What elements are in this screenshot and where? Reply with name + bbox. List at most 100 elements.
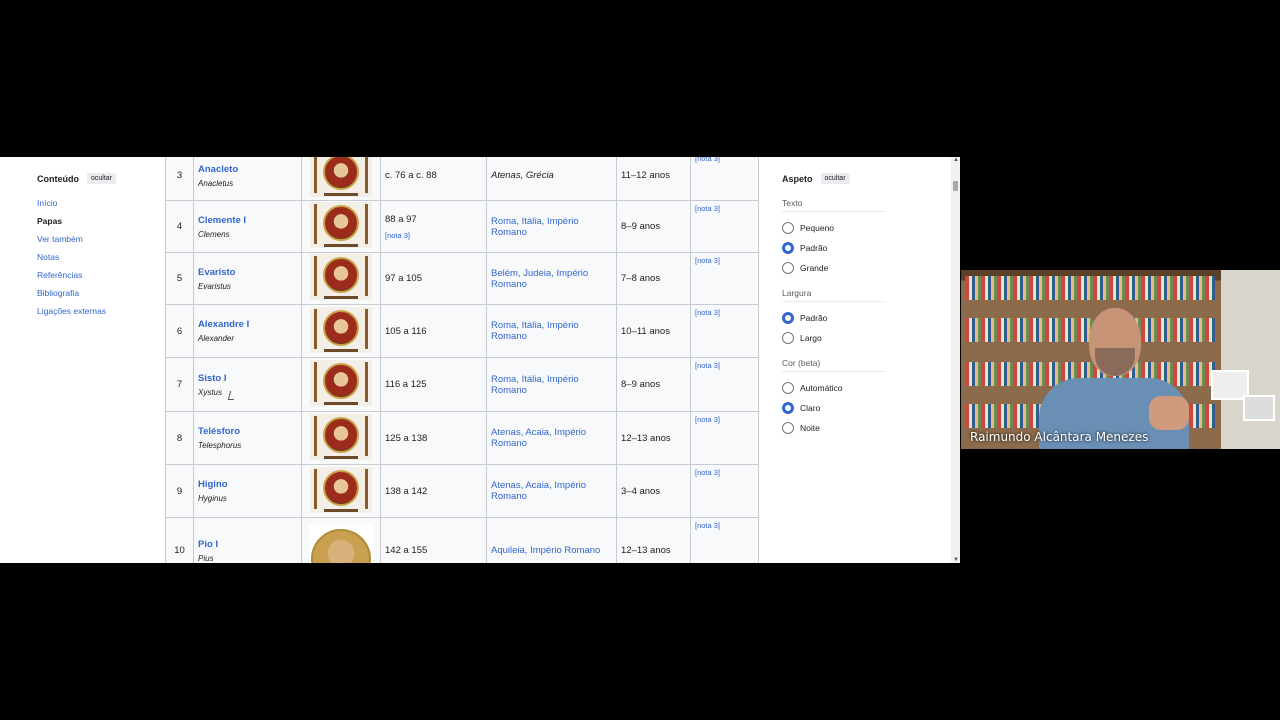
table-row: 5 Evaristo Evaristus 97 a 105 Belém, Jud…: [165, 252, 759, 305]
note-link[interactable]: [nota 3]: [695, 204, 720, 213]
note-link[interactable]: [nota 3]: [695, 157, 720, 163]
appearance-hide-button[interactable]: ocultar: [820, 173, 850, 184]
period-note-link[interactable]: [nota 3]: [385, 231, 482, 240]
pontificate-duration: 3–4 anos: [616, 464, 691, 518]
place-link[interactable]: Aquileia, Império Romano: [491, 545, 600, 556]
pope-latin-name: Telesphorus: [198, 441, 242, 450]
color-option-label: Noite: [800, 423, 820, 433]
pope-latin-name: Pius: [198, 553, 214, 563]
pope-name-link[interactable]: Sisto I: [198, 373, 297, 384]
note-link[interactable]: [nota 3]: [695, 361, 720, 370]
note-link[interactable]: [nota 3]: [695, 468, 720, 477]
pope-latin-name: Anacletus: [198, 178, 234, 188]
toc-item-ver-tambem[interactable]: Ver também: [37, 230, 147, 248]
scroll-down-icon[interactable]: ▼: [953, 557, 959, 563]
pontificate-duration: 11–12 anos: [616, 157, 691, 201]
toc-item-inicio[interactable]: Início: [37, 194, 147, 212]
pope-number: 10: [165, 517, 194, 563]
note-link[interactable]: [nota 3]: [695, 256, 720, 265]
table-row: 9 Higino Hyginus 138 a 142 Atenas, Acaia…: [165, 464, 759, 518]
pontificate-duration: 12–13 anos: [616, 411, 691, 465]
pontificate-duration: 12–13 anos: [616, 517, 691, 563]
color-option-label: Claro: [800, 403, 821, 413]
pope-name-link[interactable]: Clemente I: [198, 215, 297, 226]
pope-portrait[interactable]: [310, 157, 372, 197]
shared-screen: Conteúdo ocultar Início Papas Ver também…: [0, 157, 960, 563]
pope-name-link[interactable]: Pio I: [198, 539, 297, 550]
place-link[interactable]: Atenas, Acaia, Império Romano: [491, 427, 586, 449]
pope-portrait[interactable]: [310, 254, 372, 300]
width-label: Largura: [782, 288, 886, 302]
speaker-video: [1039, 308, 1189, 449]
width-option-label: Largo: [800, 333, 822, 343]
color-option[interactable]: Noite: [782, 418, 892, 438]
place-link[interactable]: Atenas, Acaia, Império Romano: [491, 480, 586, 502]
toc-title: Conteúdo: [37, 173, 79, 184]
toc-item-papas[interactable]: Papas: [37, 212, 147, 230]
radio-button[interactable]: [782, 262, 794, 274]
text-size-label: Texto: [782, 198, 886, 212]
pope-name-link[interactable]: Alexandre I: [198, 319, 297, 330]
pope-portrait[interactable]: [310, 306, 372, 353]
place-link[interactable]: Roma, Itália, Império Romano: [491, 374, 579, 396]
text-size-option[interactable]: Grande: [782, 258, 892, 278]
pope-number: 9: [165, 464, 194, 518]
pope-latin-name: Xystus: [198, 387, 223, 397]
pontificate-period: 138 a 142: [385, 485, 428, 497]
webcam-tile: Raimundo Alcântara Menezes: [961, 270, 1280, 449]
place-link[interactable]: Belém, Judeia, Império Romano: [491, 268, 588, 290]
pope-portrait[interactable]: [310, 413, 372, 460]
pope-portrait[interactable]: [310, 466, 372, 513]
text-size-option[interactable]: Pequeno: [782, 218, 892, 238]
toc-item-referencias[interactable]: Referências: [37, 266, 147, 284]
radio-button[interactable]: [782, 382, 794, 394]
width-option[interactable]: Largo: [782, 328, 892, 348]
radio-button[interactable]: [782, 422, 794, 434]
text-size-option[interactable]: Padrão: [782, 238, 892, 258]
pope-name-link[interactable]: Evaristo: [198, 267, 297, 278]
radio-button[interactable]: [782, 242, 794, 254]
pontificate-period: 97 a 105: [385, 273, 422, 284]
table-row: 10 Pio I Pius 142 a 155 Aquileia, Impéri…: [165, 517, 759, 563]
pope-portrait[interactable]: [309, 525, 373, 563]
pope-name-link[interactable]: Higino: [198, 479, 297, 490]
table-row: 8 Telésforo Telesphorus 125 a 138 Atenas…: [165, 411, 759, 465]
color-option[interactable]: Claro: [782, 398, 892, 418]
table-row: 7 Sisto I Xystus 116 a 125 Roma, Itália,…: [165, 357, 759, 412]
note-link[interactable]: [nota 3]: [695, 521, 720, 530]
toc-hide-button[interactable]: ocultar: [87, 173, 117, 184]
toc-item-ligacoes-externas[interactable]: Ligações externas: [37, 302, 147, 320]
note-link[interactable]: [nota 3]: [695, 415, 720, 424]
pope-number: 8: [165, 411, 194, 465]
scroll-up-icon[interactable]: ▲: [953, 157, 959, 163]
pope-latin-name: Evaristus: [198, 281, 231, 291]
color-option-label: Automático: [800, 383, 843, 393]
pope-portrait[interactable]: [310, 360, 372, 406]
scroll-thumb[interactable]: [953, 181, 958, 191]
pontificate-period: c. 76 a c. 88: [385, 170, 437, 181]
radio-button[interactable]: [782, 222, 794, 234]
page-scrollbar[interactable]: ▲ ▼: [951, 157, 960, 563]
pope-name-link[interactable]: Telésforo: [198, 426, 297, 437]
pontificate-period: 105 a 116: [385, 325, 427, 337]
table-of-contents: Conteúdo ocultar Início Papas Ver também…: [37, 173, 147, 320]
pope-name-link[interactable]: Anacleto: [198, 164, 297, 175]
pope-portrait[interactable]: [310, 202, 372, 248]
place-link[interactable]: Roma, Itália, Império Romano: [491, 320, 579, 342]
radio-button[interactable]: [782, 402, 794, 414]
popes-table: 3 Anacleto Anacletus c. 76 a c. 88 Atena…: [165, 157, 759, 563]
note-link[interactable]: [nota 3]: [695, 308, 720, 317]
color-option[interactable]: Automático: [782, 378, 892, 398]
place-link[interactable]: Roma, Itália, Império Romano: [491, 216, 579, 238]
toc-item-bibliografia[interactable]: Bibliografia: [37, 284, 147, 302]
width-option[interactable]: Padrão: [782, 308, 892, 328]
radio-button[interactable]: [782, 312, 794, 324]
text-size-option-label: Pequeno: [800, 223, 835, 233]
photo-frame: [1243, 395, 1275, 421]
participant-name: Raimundo Alcântara Menezes: [970, 430, 1149, 444]
toc-item-notas[interactable]: Notas: [37, 248, 147, 266]
table-row: 4 Clemente I Clemens 88 a 97 [nota 3] Rom…: [165, 200, 759, 253]
pope-number: 4: [165, 200, 194, 253]
place-text: Atenas, Grécia: [491, 170, 554, 181]
radio-button[interactable]: [782, 332, 794, 344]
